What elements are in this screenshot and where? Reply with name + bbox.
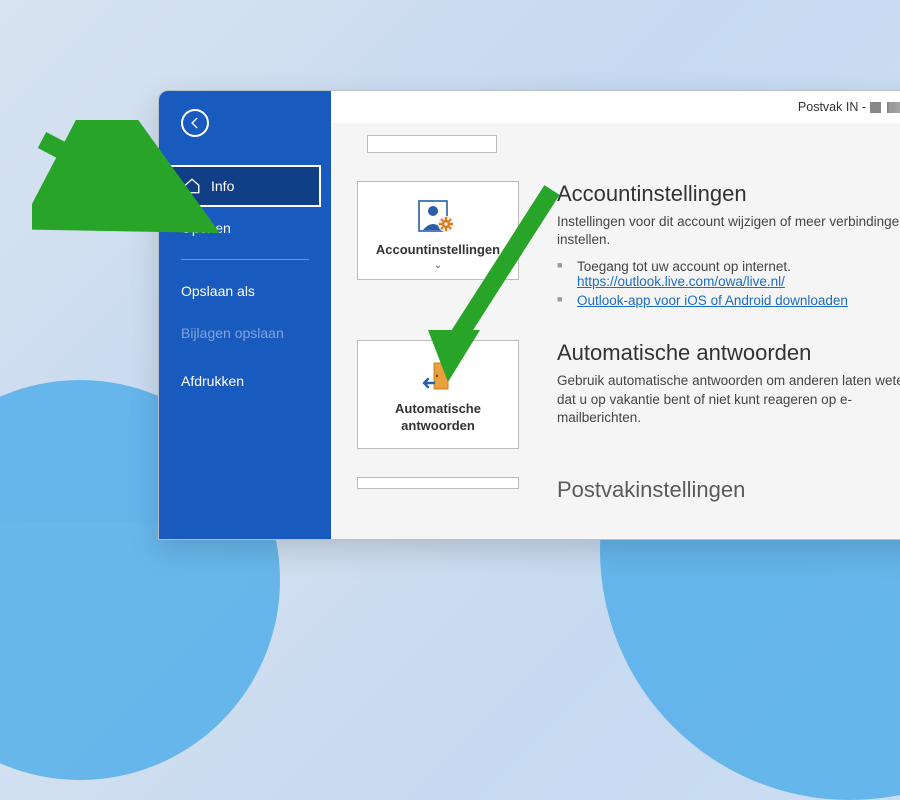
bullet-item: Outlook-app voor iOS of Android download… (557, 293, 900, 308)
sidebar-item-label: Info (211, 178, 234, 194)
sidebar-item-opslaan-als[interactable]: Opslaan als (159, 270, 331, 312)
content-pane: Postvak IN - (331, 91, 900, 539)
chevron-down-icon: ⌄ (434, 260, 442, 271)
sidebar-item-bijlagen-opslaan: Bijlagen opslaan (159, 312, 331, 354)
redacted-icon (870, 102, 881, 113)
section-mailbox-settings: Postvakinstellingen (357, 477, 900, 509)
section-text: Gebruik automatische antwoorden om ander… (557, 372, 900, 427)
section-text: Instellingen voor dit account wijzigen o… (557, 213, 900, 249)
sidebar: Info Openen Opslaan als Bijlagen opslaan… (159, 91, 331, 539)
back-button[interactable] (181, 109, 209, 137)
sidebar-item-label: Bijlagen opslaan (181, 325, 284, 341)
section-heading: Accountinstellingen (557, 181, 900, 207)
section-heading: Postvakinstellingen (557, 477, 745, 503)
sidebar-item-label: Afdrukken (181, 373, 244, 389)
outlook-live-link[interactable]: https://outlook.live.com/owa/live.nl/ (577, 274, 785, 289)
section-heading: Automatische antwoorden (557, 340, 900, 366)
outlook-backstage-window: Info Openen Opslaan als Bijlagen opslaan… (158, 90, 900, 540)
home-icon (183, 177, 201, 195)
button-label: Automatische antwoorden (364, 401, 512, 434)
sidebar-item-afdrukken[interactable]: Afdrukken (159, 360, 331, 402)
door-reply-icon (420, 357, 456, 397)
account-settings-button[interactable]: Accountinstellingen ⌄ (357, 181, 519, 280)
sidebar-item-label: Opslaan als (181, 283, 255, 299)
bullet-item: Toegang tot uw account op internet. http… (557, 259, 900, 289)
sidebar-item-openen[interactable]: Openen (159, 207, 331, 249)
account-selector-stub[interactable] (367, 135, 497, 153)
window-title: Postvak IN - (798, 100, 866, 114)
button-label: Accountinstellingen (376, 242, 500, 258)
section-automatic-replies: Automatische antwoorden Automatische ant… (357, 340, 900, 449)
outlook-mobile-link[interactable]: Outlook-app voor iOS of Android download… (577, 293, 848, 308)
sidebar-separator (181, 259, 309, 260)
person-gear-icon (418, 198, 458, 238)
section-account-settings: Accountinstellingen ⌄ Accountinstellinge… (357, 181, 900, 312)
sidebar-item-info[interactable]: Info (169, 165, 321, 207)
mailbox-settings-button-stub[interactable] (357, 477, 519, 489)
window-titlebar: Postvak IN - (331, 91, 900, 123)
sidebar-item-label: Openen (181, 220, 231, 236)
arrow-left-icon (188, 116, 202, 130)
redacted-strip (887, 102, 900, 113)
section-description: Accountinstellingen Instellingen voor di… (557, 181, 900, 312)
automatic-replies-button[interactable]: Automatische antwoorden (357, 340, 519, 449)
section-description: Automatische antwoorden Gebruik automati… (557, 340, 900, 437)
